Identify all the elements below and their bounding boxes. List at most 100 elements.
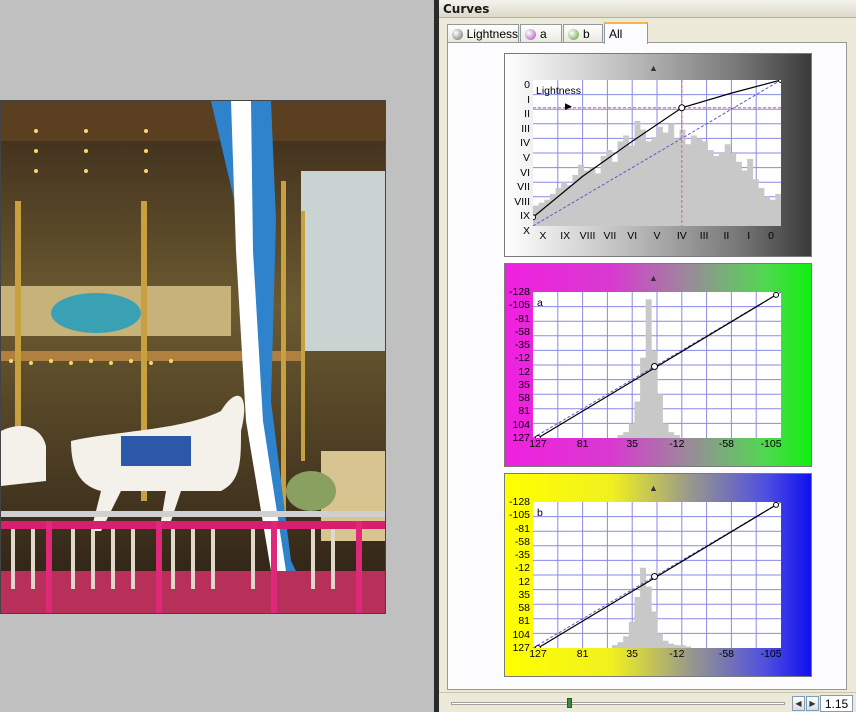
histogram-bar [713, 155, 720, 226]
y-tick-label: IX [520, 210, 530, 223]
b-channel-plot[interactable]: b [533, 502, 781, 648]
tab-label: All [609, 27, 623, 41]
y-tick-label: 58 [518, 602, 530, 615]
y-tick-label: II [524, 108, 530, 121]
zoom-level[interactable]: 1.15 [820, 695, 853, 712]
endpoint-handle [773, 502, 780, 508]
histogram-bar [735, 161, 742, 226]
tab-label: b [583, 27, 590, 41]
y-tick-label: I [527, 93, 530, 106]
tab-lightness[interactable]: Lightness [447, 24, 519, 43]
x-tick-label: -105 [760, 648, 782, 660]
histogram-bar [769, 199, 776, 226]
zoom-slider-thumb[interactable] [567, 698, 572, 708]
carousel-photo[interactable] [0, 100, 386, 614]
histogram-bar [662, 423, 669, 438]
histogram-bar [595, 173, 601, 226]
histogram-bar [707, 150, 714, 226]
a-channel-icon [525, 28, 536, 40]
histogram-bar [719, 153, 725, 226]
x-tick-label: -58 [718, 438, 735, 450]
zoom-slider[interactable] [451, 702, 785, 705]
x-tick-label: 81 [576, 438, 589, 450]
plot-title: Lightness [536, 85, 581, 97]
a-curve-graph[interactable] [533, 292, 781, 438]
image-canvas[interactable] [0, 0, 434, 712]
y-tick-label: -12 [514, 562, 530, 575]
y-tick-label: -81 [514, 312, 530, 325]
y-tick-label: IV [520, 137, 530, 150]
histogram-bar [583, 170, 590, 226]
curves-panel: Curves Lightness a b All ▲ Lightness ▶ 0… [439, 0, 856, 712]
histogram-bar [634, 596, 641, 648]
y-tick-label: -105 [508, 299, 530, 312]
x-tick-label: 35 [626, 648, 639, 660]
y-tick-label: -128 [508, 496, 530, 508]
histogram-bar [589, 167, 596, 226]
histogram-bar [640, 567, 647, 648]
histogram-bar [640, 129, 647, 226]
y-tick-label: 12 [518, 575, 530, 588]
zoom-in-button[interactable]: ▶ [806, 696, 819, 711]
y-tick-label: -35 [514, 549, 530, 562]
histogram-bar [685, 144, 692, 226]
histogram-bar [702, 141, 709, 226]
y-tick-label: -35 [514, 339, 530, 352]
y-tick-label: -81 [514, 522, 530, 535]
histogram-bar [651, 611, 658, 648]
tab-b[interactable]: b [563, 24, 603, 43]
histogram-bar [752, 179, 759, 226]
tab-label: a [540, 27, 547, 41]
histogram-bar [662, 640, 669, 648]
tab-label: Lightness [466, 27, 518, 41]
histogram-bar [764, 196, 771, 226]
control-point [651, 362, 659, 370]
histogram-bar [696, 138, 703, 226]
histogram-bar [724, 144, 731, 226]
y-tick-label: 104 [512, 628, 530, 641]
histogram-bar [741, 170, 748, 226]
b-channel-icon [568, 28, 579, 40]
histogram-bar [561, 182, 568, 226]
y-tick-label: VII [517, 181, 530, 194]
histogram-bar [578, 164, 585, 226]
a-channel-plot[interactable]: a [533, 292, 781, 438]
y-tick-label: VI [520, 166, 530, 179]
marker-icon: ▲ [649, 273, 658, 283]
lightness-frame: ▲ Lightness ▶ 0 I II III IV V VI VII VIII IX X X IX… [504, 53, 812, 257]
endpoint-handle [773, 292, 780, 298]
zoom-out-button[interactable]: ◀ [792, 696, 805, 711]
marker-icon: ▲ [649, 63, 658, 73]
y-tick-label: 0 [524, 79, 530, 91]
histogram-bar [657, 633, 663, 648]
histogram-bar [628, 145, 635, 226]
histogram-bar [657, 394, 663, 438]
y-tick-label: III [521, 122, 530, 135]
y-tick-label: VIII [514, 195, 530, 208]
histogram-bar [668, 123, 675, 226]
histogram-bar [679, 129, 686, 226]
x-tick-label: 35 [626, 438, 639, 450]
x-tick-label: -12 [669, 438, 685, 450]
y-tick-label: V [522, 152, 530, 164]
y-tick-label: -105 [508, 509, 530, 522]
play-icon[interactable]: ▶ [565, 101, 572, 112]
endpoint-handle [778, 80, 781, 83]
x-tick-label: 0 [768, 230, 774, 242]
b-curve-graph[interactable] [533, 502, 781, 648]
histogram-bar [628, 423, 635, 438]
x-tick-label: -12 [669, 648, 685, 660]
x-tick-label: 127 [529, 648, 547, 660]
control-point [678, 104, 686, 112]
tab-a[interactable]: a [520, 24, 562, 43]
y-tick-label: X [522, 225, 530, 237]
histogram-bar [747, 158, 754, 226]
tab-all[interactable]: All [604, 22, 648, 44]
lightness-plot[interactable]: Lightness ▶ [533, 80, 781, 226]
control-point [651, 572, 659, 580]
histogram-bar [651, 136, 658, 226]
a-channel-frame: ▲ a -128 -105 -81 -58 -35 -12 12 35 58 81 104 127 1… [504, 263, 812, 467]
y-tick-label: -58 [514, 325, 530, 338]
histogram-bar [600, 155, 607, 226]
y-tick-label: -12 [514, 352, 530, 365]
